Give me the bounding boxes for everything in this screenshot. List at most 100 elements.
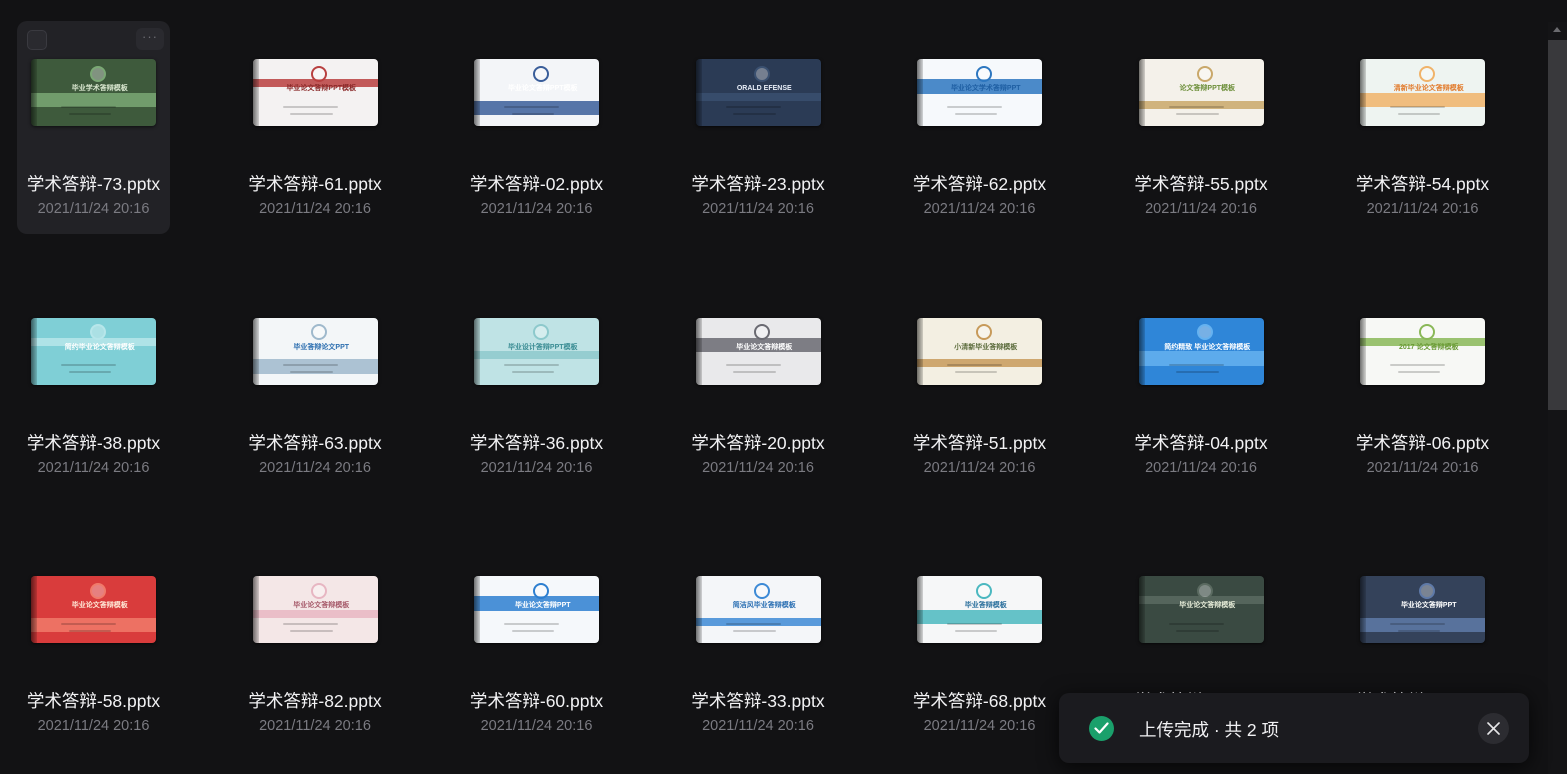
thumbnail-text-line — [61, 622, 116, 625]
thumbnail-title: 毕业学术答辩模板 — [71, 85, 128, 93]
thumbnail-title: 毕业论文答辩PPT — [514, 602, 571, 610]
thumbnail-title: 毕业论文答辩PPT — [1400, 602, 1457, 610]
file-name: 学术答辩-73.pptx — [26, 174, 161, 194]
file-tile[interactable]: ···论文答辩PPT模板学术答辩-55.pptx2021/11/24 20:16 — [1125, 21, 1278, 234]
file-thumbnail[interactable]: 毕业论文答辩模板 — [695, 317, 821, 385]
file-tile[interactable]: ···毕业答辩模板学术答辩-68.pptx2021/11/24 20:16 — [903, 538, 1056, 751]
thumbnail-text-line — [725, 622, 781, 625]
file-thumbnail[interactable]: 简约毕业论文答辩模板 — [31, 317, 156, 385]
file-modified-date: 2021/11/24 20:16 — [37, 201, 150, 217]
thumbnail-text-line — [1390, 105, 1445, 108]
file-thumbnail[interactable]: 毕业论文答辩PPT模板 — [474, 59, 599, 126]
file-thumbnail[interactable]: 2017 论文答辩模板 — [1360, 317, 1485, 385]
thumbnail-title: 毕业论文学术答辩PPT — [950, 85, 1021, 93]
file-tile[interactable]: ···毕业论文答辩模板学术答辩-20.pptx2021/11/24 20:16 — [682, 280, 835, 493]
file-thumbnail[interactable]: 简约精致 毕业论文答辩模板 — [1138, 317, 1264, 385]
thumbnail-emblem — [89, 65, 106, 82]
file-name: 学术答辩-62.pptx — [912, 174, 1047, 194]
file-tile[interactable]: ···简洁风毕业答辩模板学术答辩-33.pptx2021/11/24 20:16 — [682, 538, 835, 751]
file-tile[interactable]: ··· 毕业学术答辩模板学术答辩-73.pptx 2021/11/24 20:16 — [17, 21, 170, 234]
file-modified-date: 2021/11/24 20:16 — [37, 459, 150, 476]
thumbnail-title: 2017 论文答辩模板 — [1398, 343, 1459, 351]
thumbnail-title: 毕业答辩论文PPT — [293, 343, 350, 351]
file-tile[interactable]: ···毕业论文学术答辩PPT学术答辩-62.pptx2021/11/24 20:… — [903, 21, 1056, 234]
file-thumbnail[interactable]: 毕业论文答辩PPT — [474, 576, 599, 643]
file-thumbnail[interactable]: 小清新毕业答辩模板 — [917, 317, 1042, 385]
file-thumbnail[interactable]: 毕业设计答辩PPT模板 — [474, 317, 599, 385]
file-name: 学术答辩-60.pptx — [469, 691, 604, 711]
file-modified-date: 2021/11/24 20:16 — [702, 459, 814, 476]
toast-message: 上传完成 · 共 2 项 — [1139, 720, 1280, 740]
thumbnail-text-line — [1397, 112, 1440, 115]
thumbnail-text-line — [725, 105, 781, 108]
thumbnail-text-line — [1168, 364, 1224, 367]
file-thumbnail[interactable]: 毕业论文答辩模板 — [31, 576, 156, 643]
file-name: 学术答辩-20.pptx — [691, 432, 825, 453]
file-thumbnail[interactable]: 毕业论文答辩模板 — [252, 576, 378, 643]
file-modified-date: 2021/11/24 20:16 — [1145, 201, 1257, 217]
file-thumbnail[interactable]: ORALD EFENSE — [695, 59, 821, 126]
thumbnail-text-line — [68, 629, 111, 632]
file-thumbnail[interactable]: 论文答辩PPT模板 — [1138, 59, 1264, 126]
file-tile[interactable]: ···2017 论文答辩模板学术答辩-06.pptx2021/11/24 20:… — [1346, 280, 1499, 493]
thumbnail-title: 毕业论文答辩模板 — [1179, 602, 1236, 610]
thumbnail-text-line — [733, 629, 776, 632]
file-tile[interactable]: ···简约毕业论文答辩模板学术答辩-38.pptx2021/11/24 20:1… — [17, 280, 170, 493]
more-options-icon[interactable]: ··· — [136, 28, 164, 50]
file-thumbnail[interactable]: 毕业答辩模板 — [917, 576, 1042, 643]
file-tile[interactable]: ···清新毕业论文答辩模板学术答辩-54.pptx2021/11/24 20:1… — [1346, 21, 1499, 234]
file-thumbnail[interactable]: 毕业答辩论文PPT — [252, 317, 378, 385]
file-thumbnail[interactable]: 毕业论文答辩模板 — [1138, 576, 1264, 643]
thumbnail-text-line — [954, 629, 997, 632]
file-tile[interactable]: ···毕业论文答辩模板学术答辩-82.pptx2021/11/24 20:16 — [239, 538, 392, 751]
file-thumbnail[interactable]: 清新毕业论文答辩模板 — [1360, 59, 1485, 126]
thumbnail-text-line — [1168, 622, 1224, 625]
file-tile[interactable]: ···小清新毕业答辩模板学术答辩-51.pptx2021/11/24 20:16 — [903, 280, 1056, 493]
close-icon[interactable] — [1478, 713, 1509, 744]
file-thumbnail[interactable]: 毕业学术答辩模板 — [31, 59, 156, 126]
file-tile[interactable]: ···毕业论文答辩PPT模板学术答辩-02.pptx2021/11/24 20:… — [460, 21, 613, 234]
file-tile[interactable]: ···ORALD EFENSE学术答辩-23.pptx2021/11/24 20… — [682, 21, 835, 234]
thumbnail-text-line — [954, 371, 997, 374]
file-thumbnail[interactable]: 毕业论文答辩PPT模板 — [252, 59, 378, 126]
thumbnail-emblem — [1197, 582, 1214, 599]
upload-complete-toast: 上传完成 · 共 2 项 — [1059, 693, 1529, 763]
thumbnail-emblem — [1197, 65, 1214, 82]
thumbnail-title: 清新毕业论文答辩模板 — [1393, 85, 1464, 93]
file-thumbnail[interactable]: 简洁风毕业答辩模板 — [695, 576, 821, 643]
thumbnail-text-line — [1176, 371, 1219, 374]
file-tile[interactable]: ···简约精致 毕业论文答辩模板学术答辩-04.pptx2021/11/24 2… — [1125, 280, 1278, 493]
file-modified-date: 2021/11/24 20:16 — [480, 459, 593, 476]
thumbnail-emblem — [1418, 324, 1435, 341]
thumbnail-title: 毕业答辩模板 — [964, 602, 1007, 610]
file-name: 学术答辩-33.pptx — [691, 691, 825, 711]
file-thumbnail[interactable]: 毕业论文学术答辩PPT — [917, 59, 1042, 126]
thumbnail-emblem — [532, 582, 549, 599]
file-name: 学术答辩-36.pptx — [469, 432, 604, 453]
file-tile[interactable]: ···毕业答辩论文PPT学术答辩-63.pptx2021/11/24 20:16 — [239, 280, 392, 493]
thumbnail-emblem — [89, 324, 106, 341]
file-tile[interactable]: ···毕业论文答辩PPT学术答辩-60.pptx2021/11/24 20:16 — [460, 538, 613, 751]
thumbnail-emblem — [754, 582, 771, 599]
file-modified-date: 2021/11/24 20:16 — [480, 718, 593, 734]
file-thumbnail[interactable]: 毕业论文答辩PPT — [1360, 576, 1485, 643]
thumbnail-emblem — [89, 582, 106, 599]
select-checkbox[interactable] — [27, 30, 47, 50]
file-modified-date: 2021/11/24 20:16 — [1366, 201, 1479, 217]
vertical-scrollbar[interactable] — [1548, 22, 1567, 774]
thumbnail-title: 毕业论文答辩PPT模板 — [286, 85, 357, 93]
file-tile[interactable]: ···毕业论文答辩模板学术答辩-58.pptx2021/11/24 20:16 — [17, 538, 170, 751]
thumbnail-text-line — [511, 371, 554, 374]
thumbnail-title: 简约毕业论文答辩模板 — [64, 343, 135, 351]
thumbnail-text-line — [504, 105, 559, 108]
thumbnail-text-line — [1397, 371, 1440, 374]
scrollbar-thumb[interactable] — [1548, 40, 1567, 410]
file-name: 学术答辩-61.pptx — [248, 174, 382, 194]
file-tile[interactable]: ···毕业设计答辩PPT模板学术答辩-36.pptx2021/11/24 20:… — [460, 280, 613, 493]
file-name: 学术答辩-23.pptx — [691, 174, 825, 194]
file-tile[interactable]: ···毕业论文答辩PPT模板学术答辩-61.pptx2021/11/24 20:… — [239, 21, 392, 234]
thumbnail-emblem — [975, 65, 992, 82]
thumbnail-text-line — [1397, 629, 1440, 632]
thumbnail-text-line — [954, 112, 997, 115]
scroll-up-arrow-icon[interactable] — [1553, 27, 1561, 32]
